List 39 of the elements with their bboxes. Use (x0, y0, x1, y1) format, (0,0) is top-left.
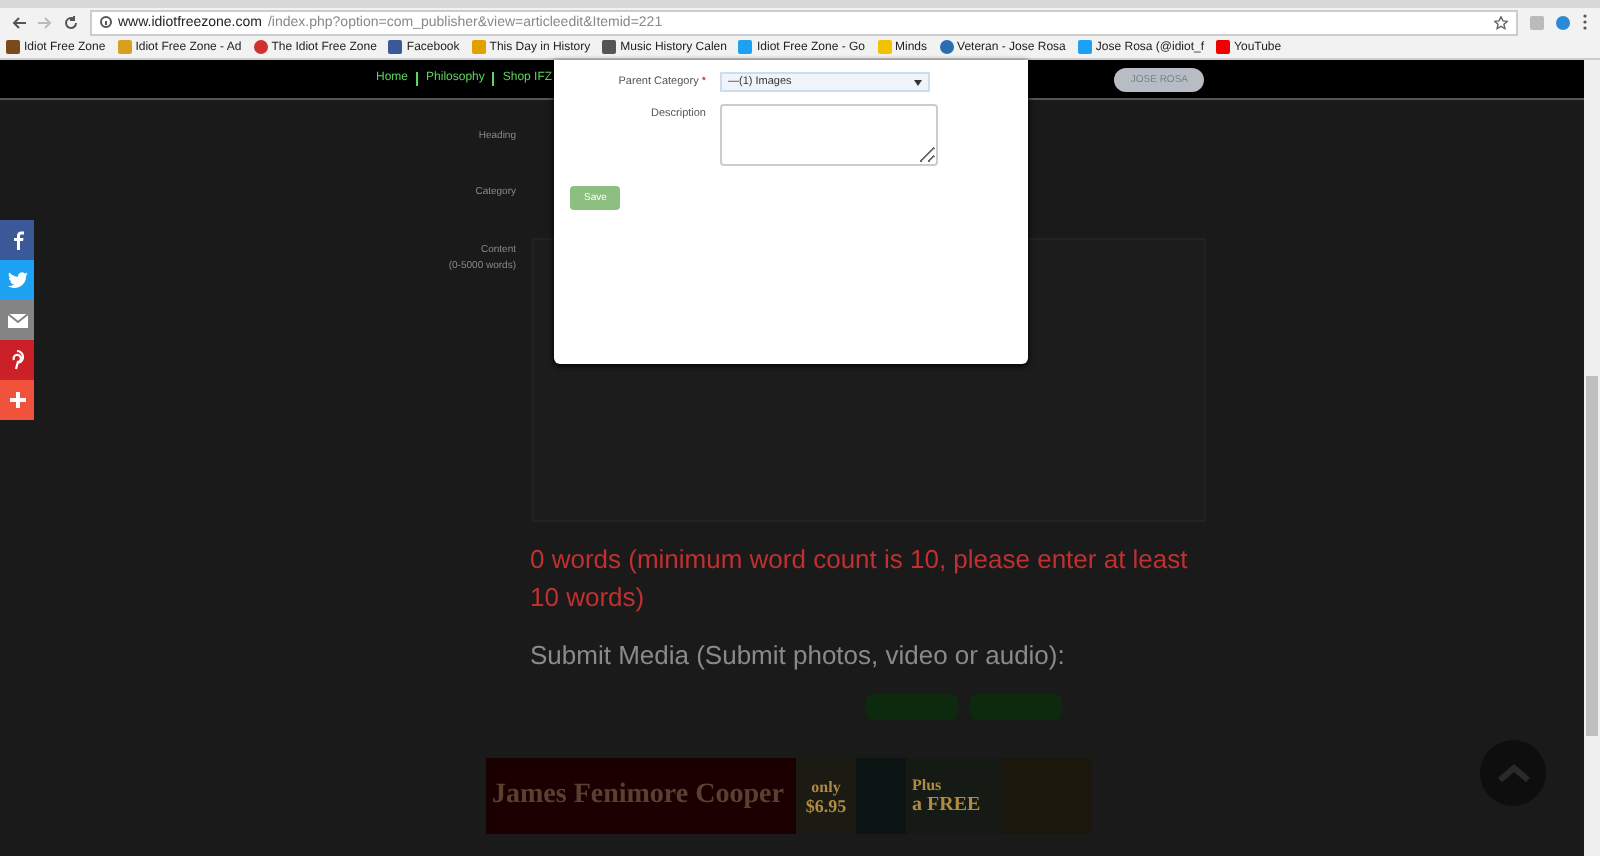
bookmark-icon (6, 40, 20, 54)
share-button[interactable] (0, 260, 34, 300)
caret-icon (914, 79, 922, 85)
share-button[interactable] (0, 340, 34, 380)
share-button[interactable] (0, 380, 34, 420)
banner-title: James Fenimore Cooper (486, 758, 796, 834)
bookmark-icon (1216, 40, 1231, 54)
pin-icon (10, 350, 24, 370)
forward-icon[interactable] (38, 15, 52, 29)
star-icon[interactable] (1494, 15, 1508, 29)
bird-icon (7, 272, 27, 288)
bookmark-icon (388, 40, 403, 54)
share-button[interactable] (0, 220, 34, 260)
bookmark-icon (939, 40, 954, 54)
bookmark-icon (1077, 40, 1092, 54)
media-heading: Submit Media (Submit photos, video or audio): (530, 640, 1067, 670)
bonus-prefix: Plus (912, 776, 944, 794)
word-count-message: 0 words (minimum word count is 10, please enter at least 10 words) (530, 542, 1190, 616)
menu-icon[interactable] (1582, 14, 1588, 30)
bookmark-icon (253, 40, 268, 54)
bookmark-icon (471, 40, 486, 54)
bookmark-icon (738, 40, 753, 54)
share-button[interactable] (0, 300, 34, 340)
envelope-icon (7, 313, 27, 327)
bookmark-icon (877, 40, 892, 54)
chevron-up-icon (1497, 764, 1529, 782)
bookmark-icon (117, 40, 132, 54)
info-icon (100, 16, 112, 28)
plus-icon (9, 392, 25, 408)
scrollbar[interactable] (1584, 60, 1600, 856)
bonus-text: a FREE (912, 794, 983, 816)
bookmark-icon (602, 40, 617, 54)
back-icon[interactable] (12, 15, 26, 29)
price-prefix: only (811, 777, 841, 795)
facebook-icon (11, 230, 23, 250)
description-field[interactable] (720, 104, 938, 166)
scrollbar-thumb[interactable] (1586, 376, 1598, 736)
reload-icon[interactable] (64, 15, 78, 29)
price-text: $6.95 (805, 795, 847, 815)
